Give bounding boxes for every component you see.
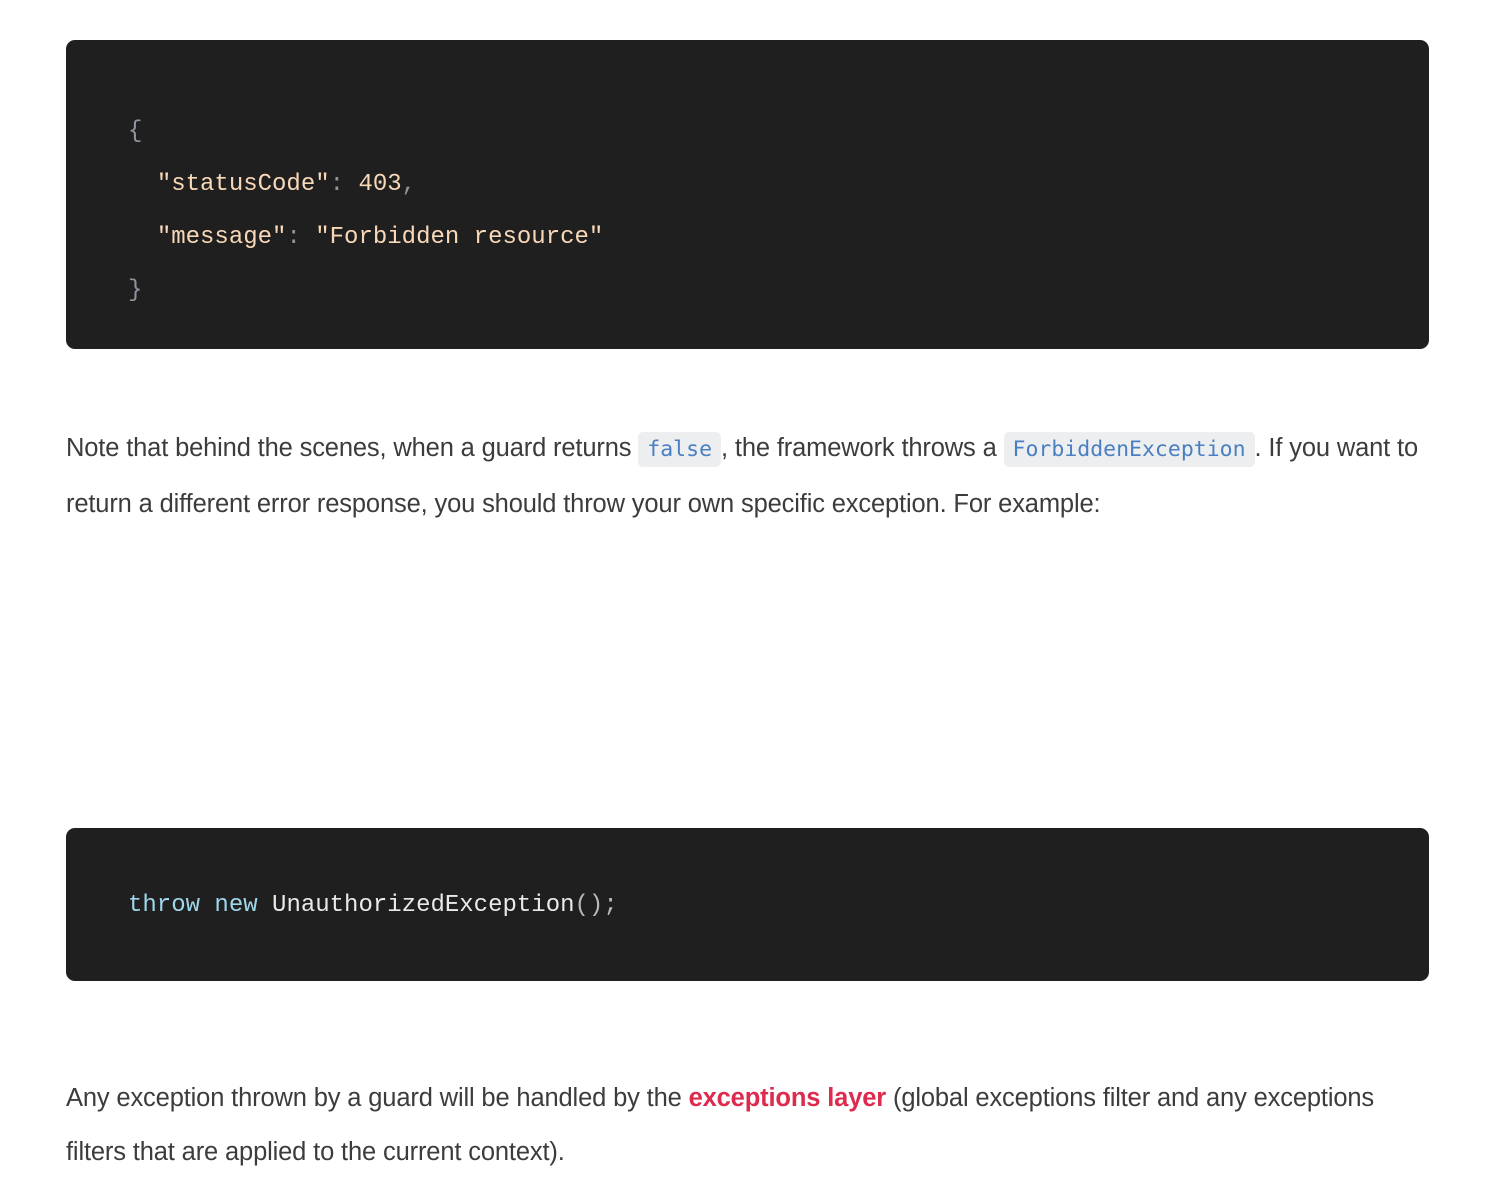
- keyword-new: new: [214, 892, 258, 919]
- json-colon-2: :: [286, 224, 316, 251]
- json-value-message: "Forbidden resource": [315, 224, 604, 251]
- paragraph-final: Any exception thrown by a guard will be …: [66, 1071, 1429, 1179]
- json-open-brace: {: [128, 118, 143, 145]
- note-text-part-1: Note that behind the scenes, when a guar…: [66, 434, 639, 462]
- json-comma-1: ,: [401, 171, 417, 198]
- code-content-throw: throw new UnauthorizedException();: [128, 892, 618, 919]
- inline-code-forbidden-exception: ForbiddenException: [1003, 432, 1255, 467]
- json-key-status-code: "statusCode": [156, 171, 330, 198]
- json-value-status-code: 403: [358, 171, 402, 198]
- code-content-json: { "statusCode": 403, "message": "Forbidd…: [128, 118, 603, 304]
- identifier-unauthorized-exception: UnauthorizedException: [272, 892, 575, 919]
- paragraph-note: Note that behind the scenes, when a guar…: [66, 421, 1429, 531]
- note-text-part-2: , the framework throws a: [721, 434, 1004, 462]
- documentation-page: { "statusCode": 403, "message": "Forbidd…: [0, 40, 1495, 1166]
- json-colon-1: :: [329, 171, 359, 198]
- code-block-json-response: { "statusCode": 403, "message": "Forbidd…: [66, 40, 1429, 349]
- code-block-throw-statement: throw new UnauthorizedException();: [66, 828, 1429, 981]
- keyword-throw: throw: [128, 892, 201, 919]
- json-key-message: "message": [156, 224, 287, 251]
- json-close-brace: }: [128, 277, 143, 304]
- final-text-part-1: Any exception thrown by a guard will be …: [66, 1084, 689, 1112]
- statement-semicolon: ;: [603, 892, 618, 919]
- call-parentheses: (): [574, 892, 604, 919]
- inline-code-false: false: [638, 432, 722, 467]
- link-exceptions-layer[interactable]: exceptions layer: [689, 1084, 887, 1112]
